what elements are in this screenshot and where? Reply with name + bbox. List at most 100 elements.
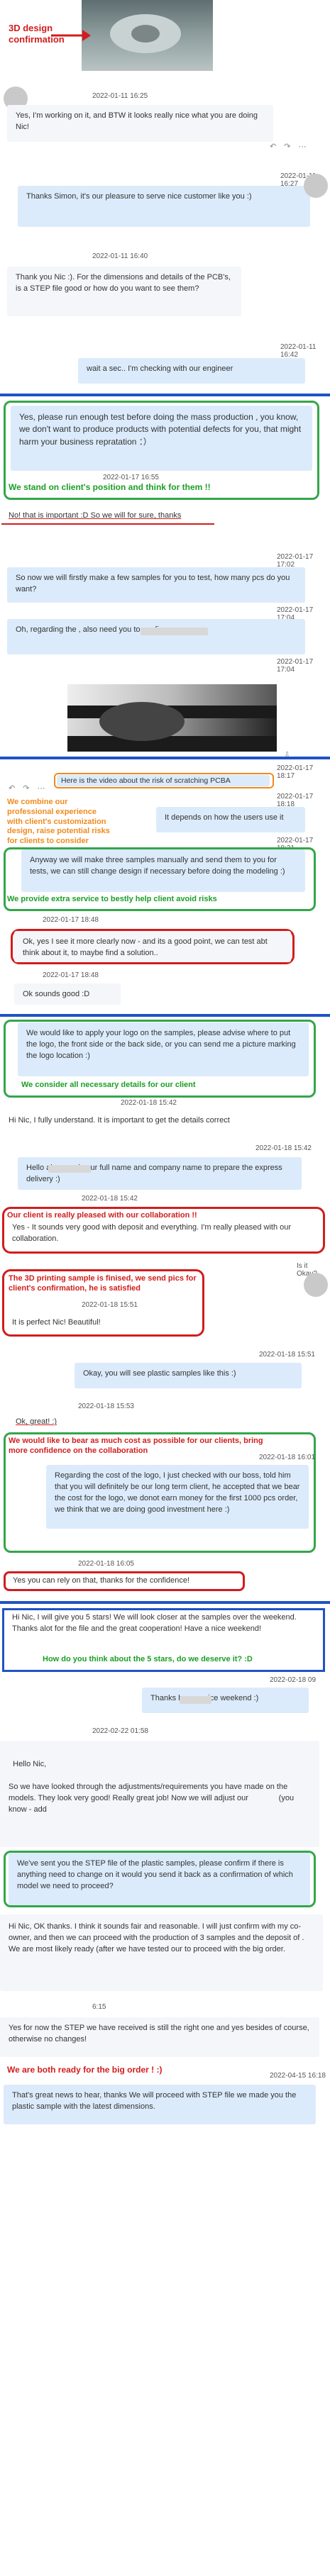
timestamp: 2022-01-17 18:48: [43, 971, 99, 979]
timestamp: 2022-01-18 15:51: [82, 1301, 138, 1309]
message-text: Thanks Simon, it's our pleasure to serve…: [26, 192, 252, 201]
message-text: Ok, great! :): [16, 1417, 57, 1426]
message-bubble[interactable]: It is perfect Nic! Beautiful!: [4, 1312, 195, 1333]
chat-bottom-area: [0, 2134, 330, 2576]
redacted-text: [141, 628, 208, 635]
message-bubble[interactable]: Ok, yes I see it more clearly now - and …: [14, 931, 291, 962]
underline-mark: [1, 523, 214, 525]
annotation-text: We consider all necessary details for ou…: [21, 1081, 196, 1089]
product-photo-2[interactable]: [67, 684, 277, 752]
message-text: Ok, yes I see it more clearly now - and …: [23, 937, 268, 957]
message-bubble[interactable]: Yes, I'm working on it, and BTW it looks…: [7, 105, 273, 142]
annotation-text: How do you think about the 5 stars, do w…: [43, 1655, 253, 1663]
timestamp: 2022-01-17 17:02: [277, 553, 314, 569]
message-text: No! that is important :D So we will for …: [9, 511, 182, 520]
message-text: Hi Nic, OK thanks. I think it sounds fai…: [9, 1922, 304, 1953]
message-text: We would like to apply your logo on the …: [26, 1029, 296, 1060]
message-bubble[interactable]: Yes - It sounds very good with deposit a…: [4, 1221, 316, 1252]
message-text: Yes for now the STEP we have received is…: [9, 2024, 309, 2043]
message-actions[interactable]: ↶ ↷ ⋯: [9, 784, 48, 793]
message-text: So now we will firstly make a few sample…: [16, 574, 290, 593]
timestamp: 6:15: [92, 2003, 106, 2011]
message-text: That's great news to hear, thanks We wil…: [12, 2091, 297, 2111]
message-text: Ok sounds good :D: [23, 990, 90, 998]
message-bubble[interactable]: Okay, you will see plastic samples like …: [75, 1363, 302, 1388]
timestamp: 2022-01-18 15:42: [82, 1195, 138, 1203]
message-bubble[interactable]: Hello Nic, So we have looked through the…: [0, 1741, 319, 1847]
message-bubble[interactable]: Yes for now the STEP we have received is…: [0, 2017, 319, 2057]
message-text: Yes - It sounds very good with deposit a…: [12, 1223, 292, 1243]
timestamp: 2022-02-22 01:58: [92, 1727, 148, 1735]
timestamp: 2022-01-18 15:51: [259, 1351, 315, 1359]
timestamp: 2022-01-17 18:48: [43, 916, 99, 924]
message-bubble[interactable]: Yes you can rely on that, thanks for the…: [7, 1573, 241, 1589]
message-bubble[interactable]: Hi Nic, I fully understand. It is import…: [0, 1110, 284, 1138]
message-text: It depends on how the users use it: [165, 813, 284, 822]
message-bubble[interactable]: Yes, please run enough test before doing…: [11, 406, 312, 471]
timestamp: 2022-01-17 16:55: [103, 474, 159, 481]
message-text: It is perfect Nic! Beautiful!: [12, 1318, 101, 1327]
redacted-text: [48, 1165, 91, 1173]
timestamp: 2022-01-17 18:18: [277, 793, 314, 808]
section-divider: [0, 1014, 330, 1017]
annotation-text: We provide extra service to bestly help …: [7, 895, 217, 903]
message-text: Regarding the cost of the logo, I just c…: [55, 1471, 300, 1514]
message-bubble[interactable]: Hi Nic, OK thanks. I think it sounds fai…: [0, 1914, 323, 1991]
message-text: Yes you can rely on that, thanks for the…: [13, 1576, 190, 1585]
message-bubble[interactable]: Ok sounds good :D: [14, 983, 121, 1005]
avatar: [304, 174, 328, 198]
timestamp: 2022-01-18 15:53: [78, 1403, 134, 1410]
avatar: [304, 1273, 328, 1297]
message-text: wait a sec.. I'm checking with our engin…: [87, 364, 233, 373]
timestamp: 2022-04-15 16:18: [270, 2072, 326, 2080]
message-bubble[interactable]: We would like to apply your logo on the …: [18, 1022, 309, 1076]
message-bubble[interactable]: It depends on how the users use it: [156, 807, 305, 832]
message-bubble[interactable]: Here is the video about the risk of scra…: [57, 775, 270, 786]
message-text: Thank you Nic :). For the dimensions and…: [16, 273, 231, 293]
message-bubble[interactable]: Anyway we will make three samples manual…: [21, 849, 305, 892]
timestamp: 2022-01-18 15:42: [255, 1144, 312, 1152]
message-text: Anyway we will make three samples manual…: [30, 856, 285, 876]
message-text: Hello Nic, So we have looked through the…: [9, 1759, 295, 1814]
annotation-text: Our client is really pleased with our co…: [7, 1211, 197, 1220]
message-text: Here is the video about the risk of scra…: [61, 776, 231, 785]
timestamp: 2022-01-18 16:01: [259, 1454, 315, 1461]
message-bubble[interactable]: So now we will firstly make a few sample…: [7, 567, 305, 603]
message-text: Hi Nic, I will give you 5 stars! We will…: [12, 1613, 297, 1633]
annotation-text: We stand on client's position and think …: [9, 482, 211, 492]
timestamp: 2022-01-11 16:25: [92, 92, 148, 100]
message-text: Yes, please run enough test before doing…: [19, 412, 302, 447]
message-bubble[interactable]: Thanks Simon, it's our pleasure to serve…: [18, 186, 310, 227]
message-bubble[interactable]: Oh, regarding the , also need you to con…: [7, 619, 305, 654]
timestamp: 2022-01-18 15:42: [121, 1099, 177, 1107]
arrow-icon: [51, 30, 91, 41]
section-divider: [0, 757, 330, 759]
section-divider: [0, 394, 330, 396]
annotation-text: We combine our professional experience w…: [7, 798, 110, 845]
message-text: We've sent you the STEP file of the plas…: [17, 1859, 293, 1890]
message-bubble[interactable]: Thanks have a nice weekend :): [142, 1688, 309, 1713]
message-bubble[interactable]: We've sent you the STEP file of the plas…: [9, 1853, 310, 1905]
timestamp: 2022-01-18 16:05: [78, 1560, 134, 1568]
message-bubble[interactable]: wait a sec.. I'm checking with our engin…: [78, 358, 305, 384]
message-text: Yes, I'm working on it, and BTW it looks…: [16, 111, 258, 131]
annotation-text: We would like to bear as much cost as po…: [9, 1437, 263, 1455]
timestamp: 2022-01-11 16:42: [280, 343, 317, 359]
section-divider: [0, 1601, 330, 1604]
message-text: Okay, you will see plastic samples like …: [83, 1369, 236, 1378]
message-bubble[interactable]: Thank you Nic :). For the dimensions and…: [7, 267, 241, 316]
timestamp: 2022-01-11 16:40: [92, 252, 148, 260]
timestamp: 2022-01-17 18:17: [277, 764, 314, 780]
timestamp: 2022-01-17 17:04: [277, 658, 314, 674]
annotation-text: The 3D printing sample is finised, we se…: [9, 1274, 197, 1293]
timestamp: 2022-02-18 09: [270, 1676, 317, 1684]
message-bubble[interactable]: Hi Nic, I will give you 5 stars! We will…: [4, 1611, 319, 1654]
message-bubble[interactable]: Hello also need your full name and compa…: [18, 1157, 302, 1190]
message-bubble[interactable]: Ok, great! :): [7, 1415, 92, 1432]
product-photo-top[interactable]: [82, 0, 213, 71]
message-bubble[interactable]: Regarding the cost of the logo, I just c…: [46, 1465, 309, 1529]
message-actions[interactable]: ↶ ↷ ⋯: [270, 142, 309, 151]
message-text: Hi Nic, I fully understand. It is import…: [9, 1116, 230, 1125]
annotation-text: We are both ready for the big order ! :): [7, 2065, 163, 2075]
message-bubble[interactable]: That's great news to hear, thanks We wil…: [4, 2085, 316, 2124]
